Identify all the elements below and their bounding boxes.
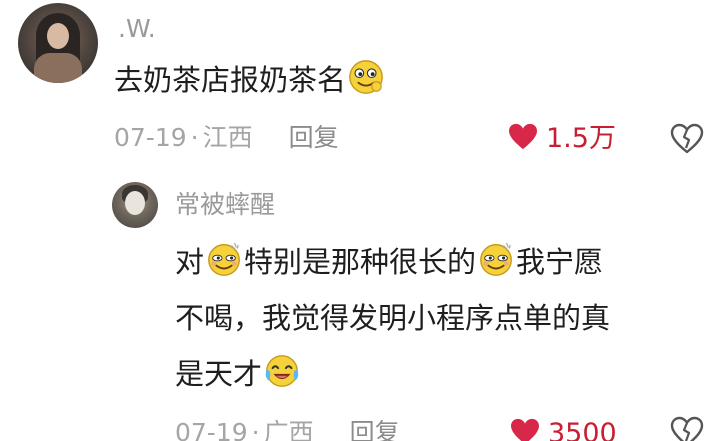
reply-text-segment: 对 <box>175 245 205 279</box>
heart-icon <box>511 418 539 441</box>
broken-heart-icon[interactable] <box>670 416 704 441</box>
reply-meta: 07-19 · 广西 回复 <box>175 418 400 441</box>
reply-text-line-3: 是天才 <box>175 350 302 398</box>
smile-emoji-icon <box>208 242 240 276</box>
reply-text-segment: 我宁愿 <box>516 245 604 279</box>
heart-icon <box>509 123 537 150</box>
reply-button[interactable]: 回复 <box>289 123 339 152</box>
reply-text-line-2: 不喝，我觉得发明小程序点单的真 <box>175 301 611 335</box>
broken-heart-icon[interactable] <box>670 123 704 155</box>
reply-avatar[interactable] <box>112 182 158 228</box>
laugh-cry-emoji-icon <box>265 355 299 387</box>
comment-meta: 07-19 · 江西 回复 <box>114 123 339 153</box>
reply-text-segment: 特别是那种很长的 <box>244 245 477 279</box>
meta-separator: · <box>251 418 260 441</box>
like-count: 1.5万 <box>546 123 616 154</box>
like-button[interactable]: 3500 <box>510 418 617 441</box>
comment-text-content: 去奶茶店报奶茶名 <box>114 63 347 97</box>
hehe-emoji-icon <box>349 60 383 94</box>
comment-text: 去奶茶店报奶茶名 <box>114 56 386 104</box>
like-count: 3500 <box>548 418 617 441</box>
comment-date: 07-19 <box>114 123 187 152</box>
reply-username[interactable]: 常被蟀醒 <box>175 190 275 220</box>
reply-text-line-1: 对 特别是那种很长的 我宁愿 <box>175 238 603 286</box>
smile-emoji-icon <box>480 242 512 276</box>
reply-location: 广西 <box>263 418 314 441</box>
reply-date: 07-19 <box>175 418 248 441</box>
reply-text-segment: 是天才 <box>175 357 263 391</box>
comment-thread: .W. 去奶茶店报奶茶名 07-19 · 江西 回复 1.5万 常被蟀醒 对 特… <box>0 0 715 441</box>
avatar[interactable] <box>18 3 98 83</box>
comment-location: 江西 <box>202 123 253 152</box>
like-button[interactable]: 1.5万 <box>508 123 616 154</box>
reply-button[interactable]: 回复 <box>350 418 400 441</box>
comment-username[interactable]: .W. <box>118 14 156 44</box>
meta-separator: · <box>190 123 199 152</box>
